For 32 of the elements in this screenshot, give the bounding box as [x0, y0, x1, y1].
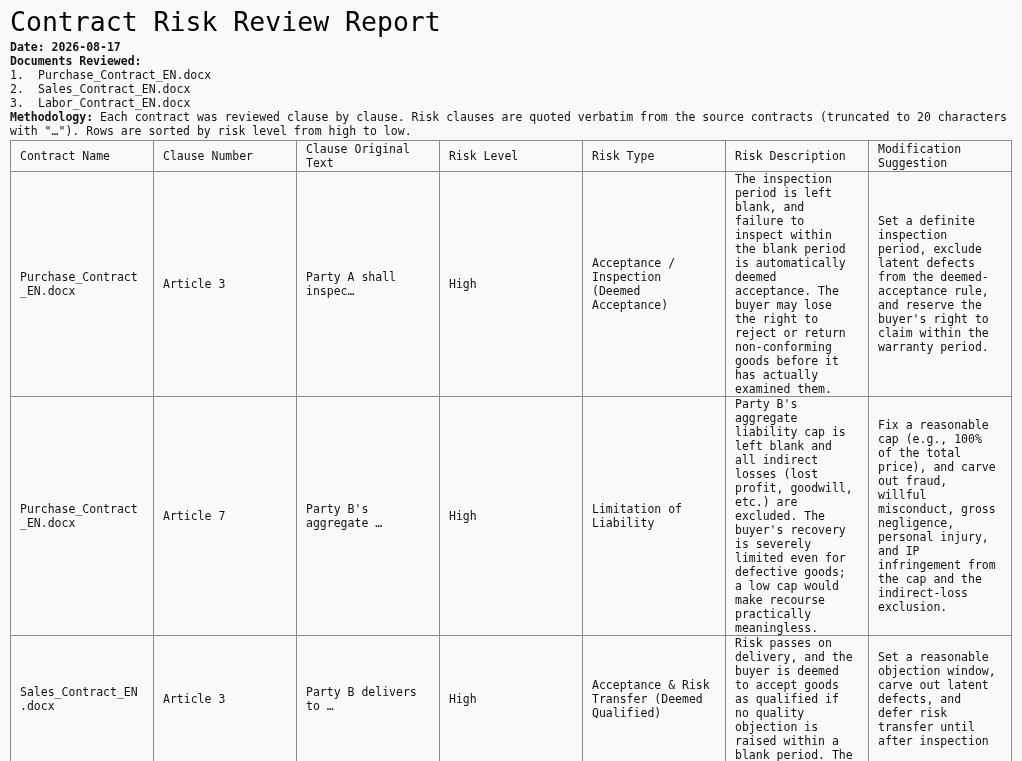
list-number: 2. [10, 82, 25, 96]
column-header: Risk Type [582, 140, 726, 172]
report-date: Date: 2026-08-17 [10, 40, 122, 54]
document-name: Sales_Contract_EN.docx [38, 82, 191, 96]
table-cell: Purchase_Contract_EN.docx [10, 171, 154, 397]
column-header: Risk Level [439, 140, 583, 172]
document-name: Labor_Contract_EN.docx [38, 96, 191, 110]
table-cell: High [439, 171, 583, 397]
column-header: Clause Number [153, 140, 297, 172]
report-title: Contract Risk Review Report [10, 5, 442, 39]
table-cell: Purchase_Contract_EN.docx [10, 396, 154, 636]
column-header: Contract Name [10, 140, 154, 172]
column-header: Risk Description [725, 140, 869, 172]
list-number: 3. [10, 96, 25, 110]
table-cell: Sales_Contract_EN.docx [10, 635, 154, 761]
table-cell: Article 3 [153, 171, 297, 397]
table-cell: Acceptance / Inspection (Deemed Acceptance) [582, 171, 726, 397]
table-cell: The inspection period is left blank, and failure to inspect within the blank period is automatically deemed acceptance. The buyer may lose the right to reject or return non-conforming goods before it has actually examined them. [725, 171, 869, 397]
documents-heading: Documents Reviewed: [10, 54, 143, 68]
column-header: Modification Suggestion [868, 140, 1012, 172]
table-cell: Party B's aggregate liability cap is left blank and all indirect losses (lost profit, goodwill, etc.) are excluded. The buyer's recovery is severely limited even for defective goods; a low cap would make recourse practically meaningless. [725, 396, 869, 636]
table-cell: Set a definite inspection period, exclude latent defects from the deemed-acceptance rule, and reserve the buyer's right to claim within the warranty period. [868, 171, 1012, 397]
table-cell: Party A shall inspec… [296, 171, 440, 397]
list-number: 1. [10, 68, 25, 82]
methodology-text: Methodology: Each contract was reviewed clause by clause. Risk clauses are quoted verbatim from the source contracts (truncated to 20 characters with "…"). Rows are sorted by risk level from high to low. [10, 110, 1008, 138]
column-header: Clause Original Text [296, 140, 440, 172]
table-cell: Limitation of Liability [582, 396, 726, 636]
table-cell: Article 7 [153, 396, 297, 636]
table-cell: High [439, 396, 583, 636]
table-cell: Fix a reasonable cap (e.g., 100% of the total price), and carve out fraud, willful misconduct, gross negligence, personal injury, and IP infringement from the cap and the indirect-loss exclusion. [868, 396, 1012, 636]
table-cell: Party B's aggregate … [296, 396, 440, 636]
document-name: Purchase_Contract_EN.docx [38, 68, 212, 82]
